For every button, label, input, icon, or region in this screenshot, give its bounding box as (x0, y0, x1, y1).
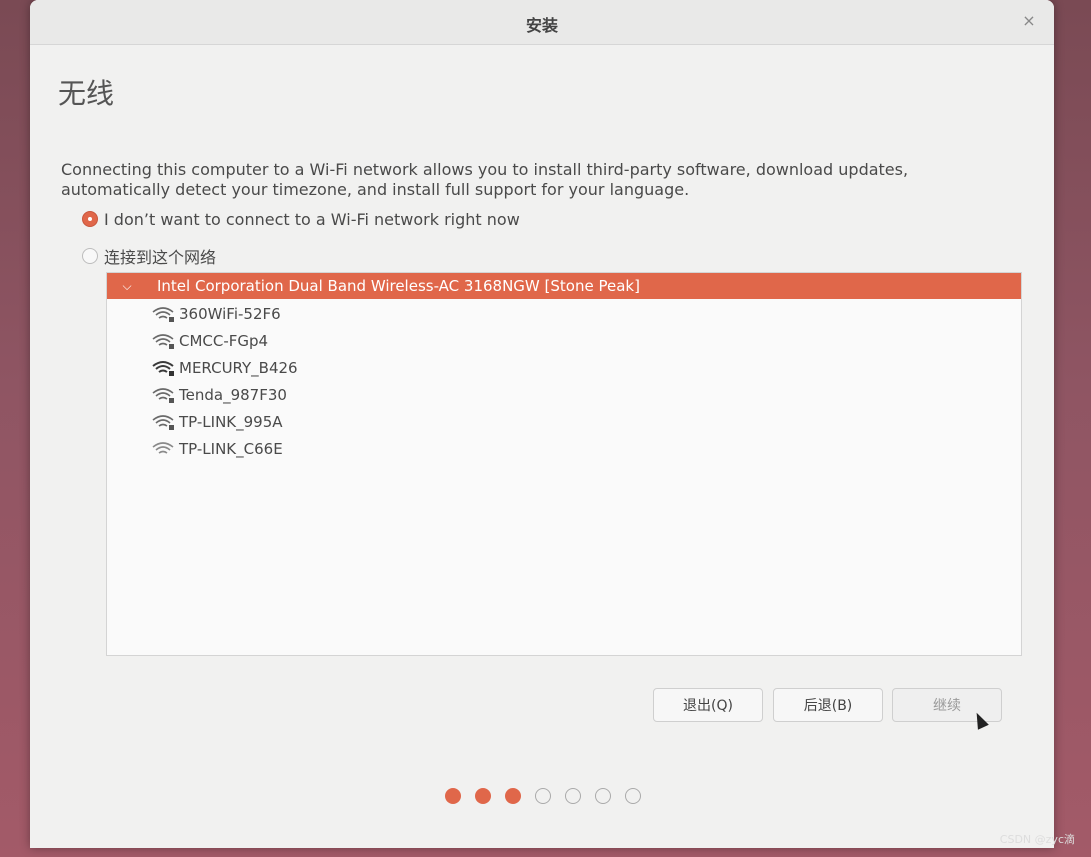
network-ssid: CMCC-FGp4 (179, 332, 269, 350)
wireless-device-label: Intel Corporation Dual Band Wireless-AC … (157, 277, 640, 295)
progress-dot (535, 788, 551, 804)
progress-dot (445, 788, 461, 804)
radio-unchecked-icon[interactable] (82, 248, 98, 264)
page-title: 无线 (58, 77, 115, 110)
chevron-down-icon[interactable]: ⌵ (107, 279, 147, 294)
wifi-locked-icon (152, 388, 174, 403)
quit-button[interactable]: 退出(Q) (653, 688, 763, 722)
network-ssid: TP-LINK_C66E (179, 440, 283, 458)
network-item[interactable]: CMCC-FGp4 (151, 328, 268, 354)
wifi-locked-icon (152, 334, 174, 349)
network-item[interactable]: MERCURY_B426 (151, 355, 298, 381)
network-ssid: TP-LINK_995A (179, 413, 283, 431)
network-list[interactable]: ⌵ Intel Corporation Dual Band Wireless-A… (106, 272, 1022, 656)
network-ssid: Tenda_987F30 (179, 386, 287, 404)
network-item[interactable]: Tenda_987F30 (151, 382, 287, 408)
wifi-locked-icon (152, 415, 174, 430)
wifi-icon (152, 442, 174, 454)
window-title: 安装 (525, 16, 558, 35)
progress-indicator (445, 788, 655, 804)
network-item[interactable]: 360WiFi-52F6 (151, 301, 281, 327)
page-description: Connecting this computer to a Wi-Fi netw… (61, 160, 909, 199)
connect-network-option-label: 连接到这个网络 (104, 248, 217, 267)
wifi-locked-icon (152, 307, 174, 322)
connect-network-option[interactable]: 连接到这个网络 (82, 245, 216, 267)
network-item[interactable]: TP-LINK_995A (151, 409, 283, 435)
progress-dot (625, 788, 641, 804)
progress-dot (565, 788, 581, 804)
network-ssid: MERCURY_B426 (179, 359, 298, 377)
progress-dot (475, 788, 491, 804)
wifi-locked-icon (152, 361, 174, 376)
no-wifi-option[interactable]: I don’t want to connect to a Wi-Fi netwo… (82, 208, 520, 230)
wireless-device-row[interactable]: ⌵ Intel Corporation Dual Band Wireless-A… (107, 273, 1021, 299)
close-icon[interactable]: × (1018, 10, 1040, 32)
installer-window: 安装 × 无线 Connecting this computer to a Wi… (30, 0, 1054, 848)
title-bar: 安装 × (30, 0, 1054, 45)
radio-checked-icon[interactable] (82, 211, 98, 227)
no-wifi-option-label: I don’t want to connect to a Wi-Fi netwo… (104, 209, 520, 229)
back-button[interactable]: 后退(B) (773, 688, 883, 722)
network-item[interactable]: TP-LINK_C66E (151, 436, 283, 462)
network-ssid: 360WiFi-52F6 (179, 305, 281, 323)
progress-dot (505, 788, 521, 804)
progress-dot (595, 788, 611, 804)
watermark: CSDN @zyc滴 (999, 833, 1075, 846)
